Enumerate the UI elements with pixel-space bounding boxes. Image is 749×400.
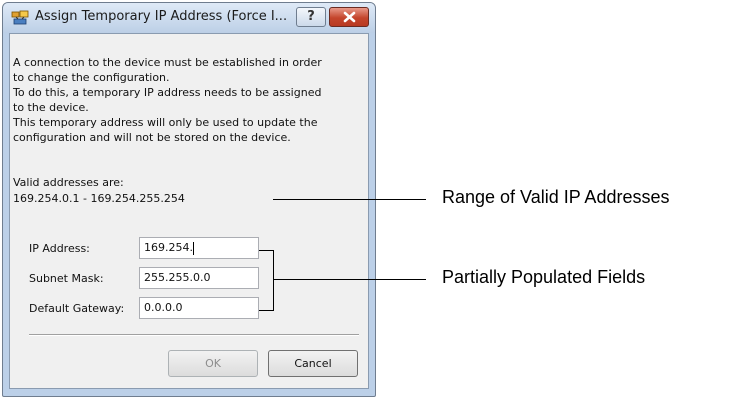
ip-address-label: IP Address: — [29, 242, 90, 255]
fields-annotation-label: Partially Populated Fields — [442, 267, 646, 287]
help-icon: ? — [307, 9, 315, 24]
ip-address-value: 169.254. — [144, 241, 193, 254]
range-annotation-label: Range of Valid IP Addresses — [442, 187, 670, 207]
fields-bracket-bottom — [259, 310, 273, 311]
text-caret — [192, 241, 194, 255]
fields-bracket-top — [259, 250, 273, 251]
range-callout-line — [273, 199, 426, 200]
close-button[interactable] — [329, 7, 369, 27]
message-line: to the device. — [13, 101, 89, 114]
subnet-mask-label: Subnet Mask: — [29, 272, 104, 285]
help-button[interactable]: ? — [296, 7, 326, 27]
subnet-mask-value: 255.255.0.0 — [144, 271, 211, 284]
default-gateway-label: Default Gateway: — [29, 302, 125, 315]
ok-button[interactable]: OK — [168, 350, 258, 377]
message-line: To do this, a temporary IP address needs… — [13, 86, 322, 99]
close-icon — [343, 11, 356, 23]
valid-addresses-range: 169.254.0.1 - 169.254.255.254 — [13, 192, 185, 205]
subnet-mask-input[interactable]: 255.255.0.0 — [139, 267, 259, 289]
message-line: This temporary address will only be used… — [13, 116, 318, 129]
dialog-message: A connection to the device must be estab… — [13, 55, 361, 145]
dialog-title: Assign Temporary IP Address (Force I... — [35, 9, 288, 24]
network-app-icon — [11, 10, 29, 25]
cancel-button[interactable]: Cancel — [268, 350, 358, 377]
title-bar[interactable]: Assign Temporary IP Address (Force I... … — [3, 3, 375, 33]
default-gateway-input[interactable]: 0.0.0.0 — [139, 297, 259, 319]
fields-bracket-vertical — [273, 250, 274, 311]
ip-address-input[interactable]: 169.254. — [139, 237, 259, 259]
fields-callout-line — [273, 279, 426, 280]
message-line: to change the configuration. — [13, 71, 170, 84]
message-line: configuration and will not be stored on … — [13, 131, 291, 144]
default-gateway-value: 0.0.0.0 — [144, 301, 183, 314]
button-separator — [29, 334, 359, 336]
valid-addresses-label: Valid addresses are: — [13, 176, 124, 189]
message-line: A connection to the device must be estab… — [13, 56, 322, 69]
